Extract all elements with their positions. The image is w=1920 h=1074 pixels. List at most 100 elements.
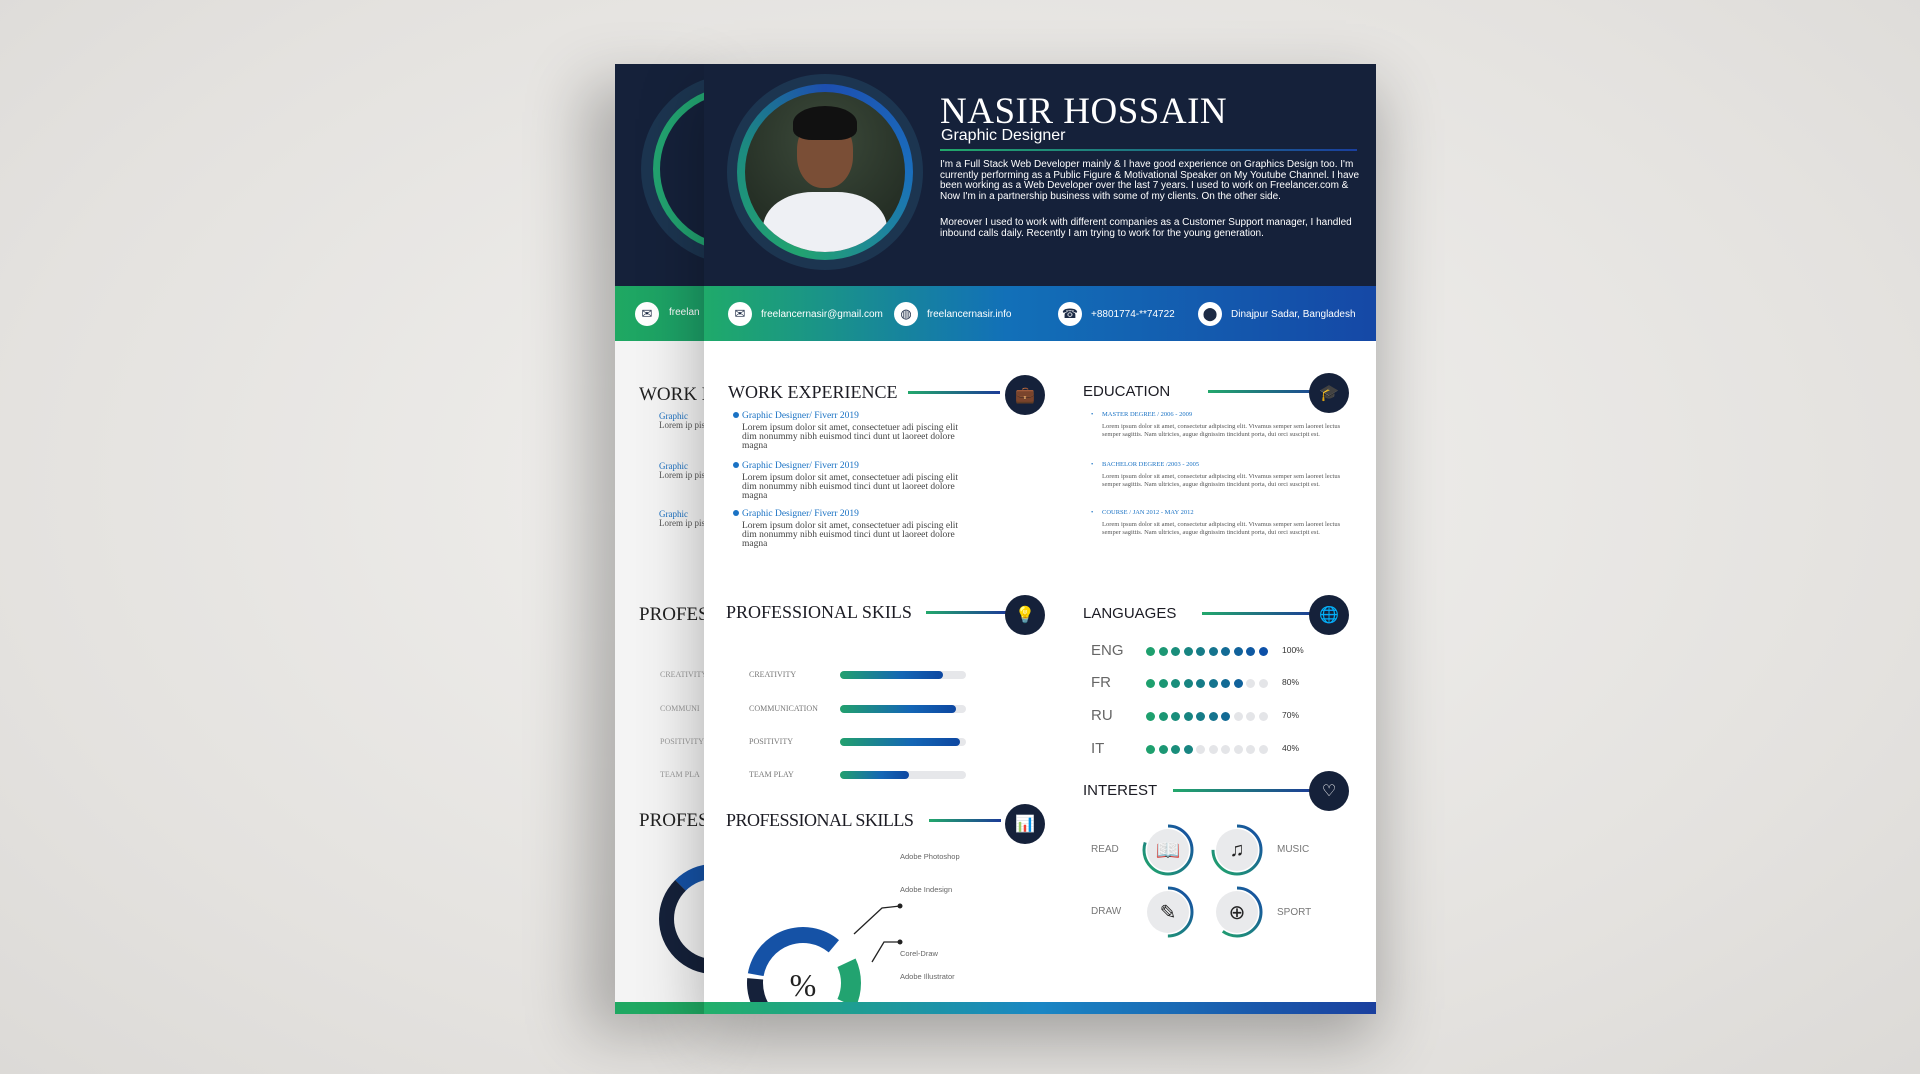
- language-dot: [1233, 647, 1243, 656]
- interest-music: ♫: [1211, 824, 1263, 876]
- language-dot: [1246, 712, 1255, 721]
- skill-bar-fill: [840, 771, 910, 779]
- language-dot: [1221, 647, 1230, 656]
- skill-bar: [840, 738, 966, 746]
- language-dot: [1258, 712, 1268, 721]
- language-dot: [1258, 679, 1268, 688]
- language-dot: [1183, 712, 1193, 721]
- language-percent: 40%: [1282, 743, 1300, 753]
- location-pin-icon: ⬤: [1198, 302, 1222, 326]
- language-dot: [1158, 712, 1168, 721]
- education-item: BACHELOR DEGREE /2003 - 2005Lorem ipsum …: [1102, 461, 1342, 488]
- graduation-icon: 🎓: [1309, 373, 1349, 413]
- contact-website[interactable]: ◍ freelancernasir.info: [894, 302, 1012, 326]
- language-dot: [1171, 647, 1180, 656]
- back-skill-label: COMMUNI: [660, 704, 700, 713]
- language-code: RU: [1091, 707, 1113, 724]
- software-label: Corel-Draw: [900, 949, 938, 958]
- donut-segment: [837, 958, 861, 1008]
- language-dot: [1158, 745, 1168, 754]
- language-level: [1146, 679, 1268, 688]
- language-dot: [1221, 745, 1230, 754]
- heart-icon: ♡: [1309, 771, 1349, 811]
- pencil-icon: ✎: [1147, 891, 1189, 933]
- interest-read: 📖: [1142, 824, 1194, 876]
- resume-card: NASIR HOSSAIN Graphic Designer I'm a Ful…: [704, 64, 1376, 1014]
- contact-email[interactable]: ✉ freelancernasir@gmail.com: [728, 302, 883, 326]
- language-dot: [1221, 679, 1230, 688]
- interest-label: DRAW: [1091, 906, 1122, 917]
- contact-phone[interactable]: ☎ +8801774-**74722: [1058, 302, 1175, 326]
- skill-label: COMMUNICATION: [749, 704, 818, 713]
- contact-bar: ✉ freelancernasir@gmail.com ◍ freelancerna…: [704, 286, 1376, 341]
- skill-label: TEAM PLAY: [749, 770, 794, 779]
- language-dot: [1183, 679, 1193, 688]
- skill-bar: [840, 671, 966, 679]
- language-dot: [1196, 647, 1205, 656]
- globe-chat-icon: 🌐: [1309, 595, 1349, 635]
- skill-bar-fill: [840, 738, 960, 746]
- work-experience-heading: WORK EXPERIENCE: [728, 382, 1000, 403]
- language-code: IT: [1091, 740, 1105, 757]
- skill-bar: [840, 771, 966, 779]
- language-dot: [1258, 647, 1268, 656]
- interest-sport: ⊕: [1211, 886, 1263, 938]
- language-dot: [1233, 745, 1243, 754]
- professional-skills-heading: PROFESSIONAL SKILS: [726, 602, 1006, 623]
- skill-label: POSITIVITY: [749, 737, 793, 746]
- job-title: Graphic Designer: [941, 127, 1066, 144]
- skill-bar-fill: [840, 705, 956, 713]
- language-dot: [1208, 712, 1218, 721]
- interest-label: SPORT: [1277, 907, 1312, 918]
- footer-bar: [704, 1002, 1376, 1014]
- back-software-title: PROFES: [639, 810, 709, 831]
- work-item: Graphic Designer/ Fiverr 2019 Lorem ipsum…: [742, 461, 962, 501]
- language-dot: [1196, 712, 1205, 721]
- skill-bar-fill: [840, 671, 944, 679]
- interest-draw: ✎: [1142, 886, 1194, 938]
- language-dot: [1146, 745, 1155, 754]
- language-dot: [1171, 679, 1180, 688]
- header: NASIR HOSSAIN Graphic Designer I'm a Ful…: [704, 64, 1376, 286]
- back-skills-title: PROFES: [639, 604, 709, 625]
- software-label: Adobe Photoshop: [900, 852, 960, 861]
- contact-location: ⬤ Dinajpur Sadar, Bangladesh: [1198, 302, 1356, 326]
- education-item: MASTER DEGREE / 2006 - 2009Lorem ipsum d…: [1102, 411, 1342, 438]
- language-dot: [1183, 745, 1193, 754]
- back-skill-label: CREATIVITY: [660, 670, 708, 679]
- language-dot: [1146, 679, 1155, 688]
- language-level: [1146, 745, 1268, 754]
- language-dot: [1158, 647, 1168, 656]
- language-dot: [1196, 679, 1205, 688]
- phone-icon: ☎: [1058, 302, 1082, 326]
- language-dot: [1208, 745, 1218, 754]
- profile-photo-frame: [727, 74, 923, 270]
- book-icon: 📖: [1147, 829, 1189, 871]
- language-dot: [1208, 647, 1218, 656]
- language-level: [1146, 712, 1268, 721]
- languages-heading: LANGUAGES: [1083, 605, 1318, 622]
- language-dot: [1221, 712, 1230, 721]
- skill-bar: [840, 705, 966, 713]
- mail-icon: ✉: [728, 302, 752, 326]
- donut-center-label: %: [790, 967, 817, 1003]
- back-contact-text: freelan: [669, 307, 700, 318]
- language-dot: [1258, 745, 1268, 754]
- work-item: Graphic Designer/ Fiverr 2019 Lorem ipsum…: [742, 411, 962, 451]
- bio-paragraph: Moreover I used to work with different c…: [940, 217, 1352, 239]
- language-dot: [1246, 647, 1255, 656]
- lightbulb-cycle-icon: 💡: [1005, 595, 1045, 635]
- language-dot: [1146, 712, 1155, 721]
- bar-chart-icon: 📊: [1005, 804, 1045, 844]
- language-percent: 70%: [1282, 710, 1300, 720]
- music-note-icon: ♫: [1216, 829, 1258, 871]
- language-dot: [1246, 745, 1255, 754]
- mail-icon: ✉: [635, 302, 659, 326]
- language-dot: [1183, 647, 1193, 656]
- education-heading: EDUCATION: [1083, 383, 1329, 400]
- language-dot: [1171, 745, 1180, 754]
- language-code: ENG: [1091, 642, 1124, 659]
- interest-label: MUSIC: [1277, 844, 1310, 855]
- leader-line: [853, 905, 901, 935]
- education-item: COURSE / JAN 2012 - MAY 2012Lorem ipsum …: [1102, 509, 1342, 536]
